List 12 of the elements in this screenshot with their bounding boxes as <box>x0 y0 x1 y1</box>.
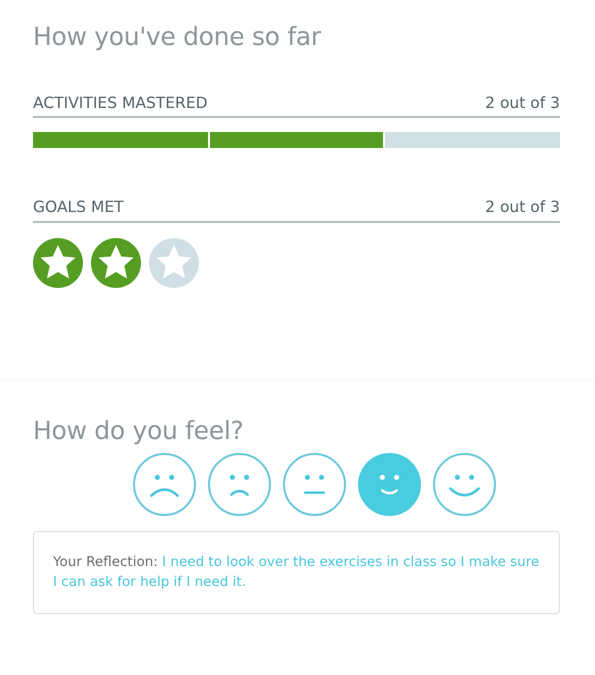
section-label: ACTIVITIES MASTERED <box>33 93 208 114</box>
mood-face-icon[interactable] <box>283 452 346 516</box>
section-title: How you've done so far <box>33 22 322 52</box>
count-label: 2 out of 3 <box>485 93 560 114</box>
count-label: 2 out of 3 <box>485 197 560 218</box>
mood-face-icon[interactable] <box>133 452 196 516</box>
mood-face-icon[interactable] <box>358 452 421 516</box>
section-label: GOALS MET <box>33 197 124 218</box>
reflection-text: Your Reflection: I need to look over the exercises in class so I make sure I can ask for help if I need it. <box>33 530 560 614</box>
section-title: How do you feel? <box>33 416 244 446</box>
mood-face-icon[interactable] <box>208 452 271 516</box>
mood-face-icon[interactable] <box>433 452 496 516</box>
